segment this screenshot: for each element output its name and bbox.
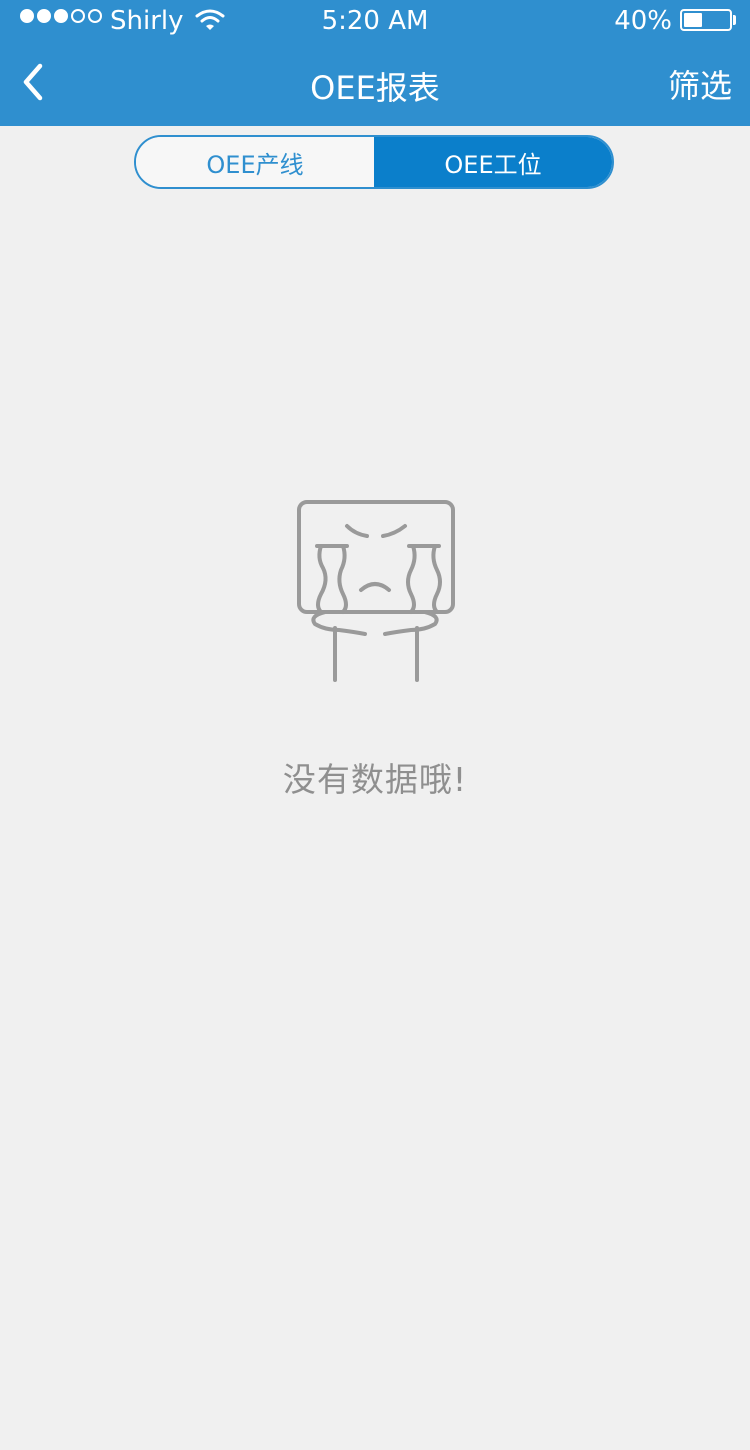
report-type-segmented-control: OEE产线 OEE工位 xyxy=(134,135,614,189)
empty-state-message: 没有数据哦! xyxy=(282,760,468,799)
tab-oee-production-line[interactable]: OEE产线 xyxy=(136,137,374,187)
battery-level-fill xyxy=(684,13,702,27)
navigation-bar: OEE报表 筛选 xyxy=(0,48,750,126)
filter-button[interactable]: 筛选 xyxy=(668,66,732,106)
battery-percent: 40% xyxy=(614,6,672,36)
crying-face-icon xyxy=(297,500,455,682)
page-title: OEE报表 xyxy=(310,69,440,107)
battery-icon xyxy=(680,9,732,31)
app-header: Shirly 5:20 AM 40% OEE报表 筛选 xyxy=(0,0,750,126)
tab-oee-workstation[interactable]: OEE工位 xyxy=(374,137,612,187)
battery-tip xyxy=(733,15,736,25)
status-bar: Shirly 5:20 AM 40% xyxy=(0,0,750,40)
